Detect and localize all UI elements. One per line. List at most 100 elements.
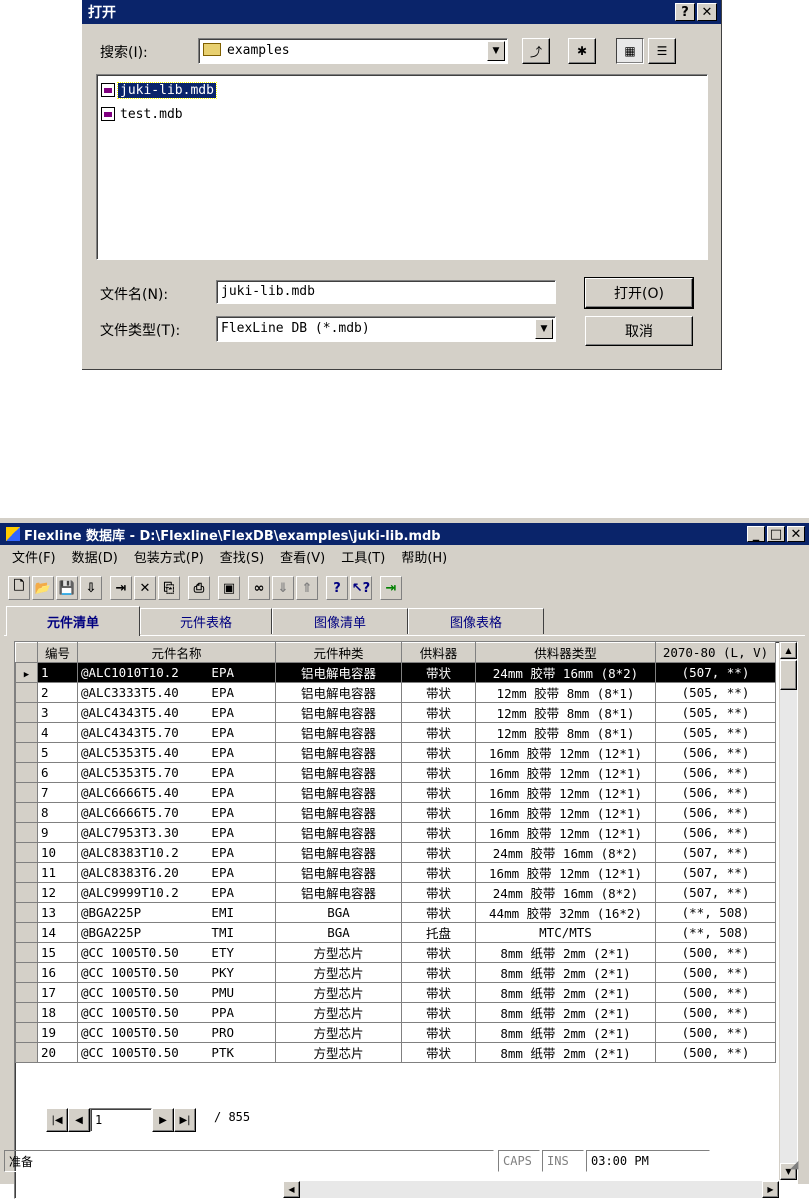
- cell-no[interactable]: 8: [37, 802, 78, 823]
- cell-kind[interactable]: 铝电解电容器: [275, 822, 402, 843]
- cell-machine[interactable]: (**, 508): [655, 902, 776, 923]
- table-row[interactable]: 3 @ALC4343T5.40 EPA 铝电解电容器 带状 12mm 胶带 8mm (8*…: [15, 702, 776, 723]
- find-next-button[interactable]: ⇓: [272, 576, 294, 600]
- table-row[interactable]: 16 @CC 1005T0.50 PKY 方型芯片 带状 8mm 纸带 2mm (2*1)…: [15, 962, 776, 983]
- cell-name[interactable]: @BGA225P TMI: [77, 922, 276, 943]
- folder-dropdown-button[interactable]: ▼: [487, 41, 505, 61]
- cell-feeder-type[interactable]: 16mm 胶带 12mm (12*1): [475, 762, 656, 783]
- cancel-button[interactable]: 取消: [585, 316, 693, 346]
- menu-tools[interactable]: 工具(T): [333, 549, 393, 569]
- row-selector[interactable]: [15, 762, 38, 783]
- row-selector[interactable]: [15, 782, 38, 803]
- cell-machine[interactable]: (507, **): [655, 862, 776, 883]
- cell-kind[interactable]: 铝电解电容器: [275, 662, 402, 683]
- close-button[interactable]: ✕: [697, 3, 717, 21]
- row-selector[interactable]: [15, 962, 38, 983]
- cell-kind[interactable]: 方型芯片: [275, 1002, 402, 1023]
- row-selector[interactable]: [15, 802, 38, 823]
- menu-find[interactable]: 查找(S): [212, 549, 272, 569]
- cell-machine[interactable]: (506, **): [655, 802, 776, 823]
- cell-kind[interactable]: 铝电解电容器: [275, 702, 402, 723]
- cell-name[interactable]: @ALC3333T5.40 EPA: [77, 682, 276, 703]
- save-button[interactable]: 💾: [56, 576, 78, 600]
- cell-machine[interactable]: (500, **): [655, 1022, 776, 1043]
- cell-kind[interactable]: 方型芯片: [275, 982, 402, 1003]
- menu-help[interactable]: 帮助(H): [393, 549, 455, 569]
- cell-no[interactable]: 15: [37, 942, 78, 963]
- last-record-button[interactable]: ▶|: [174, 1108, 196, 1132]
- cell-name[interactable]: @CC 1005T0.50 PRO: [77, 1022, 276, 1043]
- cell-no[interactable]: 18: [37, 1002, 78, 1023]
- cell-machine[interactable]: (505, **): [655, 702, 776, 723]
- cell-no[interactable]: 7: [37, 782, 78, 803]
- table-row[interactable]: ▶ 1 @ALC1010T10.2 EPA 铝电解电容器 带状 24mm 胶带 16mm (…: [15, 662, 776, 683]
- cell-feeder-type[interactable]: 8mm 纸带 2mm (2*1): [475, 1022, 656, 1043]
- cell-kind[interactable]: 铝电解电容器: [275, 802, 402, 823]
- cell-no[interactable]: 10: [37, 842, 78, 863]
- cell-feeder[interactable]: 带状: [401, 722, 476, 743]
- filename-input[interactable]: juki-lib.mdb: [216, 280, 556, 304]
- cell-kind[interactable]: 铝电解电容器: [275, 782, 402, 803]
- cell-name[interactable]: @ALC8383T10.2 EPA: [77, 842, 276, 863]
- help-button[interactable]: ?: [326, 576, 348, 600]
- cell-machine[interactable]: (506, **): [655, 742, 776, 763]
- cell-feeder-type[interactable]: 16mm 胶带 12mm (12*1): [475, 782, 656, 803]
- exit-button[interactable]: ⇥: [380, 576, 402, 600]
- cell-machine[interactable]: (500, **): [655, 962, 776, 983]
- table-row[interactable]: 9 @ALC7953T3.30 EPA 铝电解电容器 带状 16mm 胶带 12mm (1…: [15, 822, 776, 843]
- next-record-button[interactable]: ▶: [152, 1108, 174, 1132]
- list-view-button[interactable]: ▦: [616, 38, 644, 64]
- table-row[interactable]: 8 @ALC6666T5.70 EPA 铝电解电容器 带状 16mm 胶带 12mm (1…: [15, 802, 776, 823]
- menu-data[interactable]: 数据(D): [64, 549, 126, 569]
- find-button[interactable]: ∞: [248, 576, 270, 600]
- cell-kind[interactable]: BGA: [275, 902, 402, 923]
- cell-no[interactable]: 12: [37, 882, 78, 903]
- col-header-kind[interactable]: 元件种类: [275, 642, 402, 663]
- cell-name[interactable]: @ALC1010T10.2 EPA: [77, 662, 276, 683]
- cell-feeder[interactable]: 带状: [401, 762, 476, 783]
- tab-image-list[interactable]: 图像清单: [272, 608, 408, 634]
- cell-machine[interactable]: (507, **): [655, 662, 776, 683]
- minimize-button[interactable]: _: [747, 526, 765, 542]
- cell-machine[interactable]: (505, **): [655, 722, 776, 743]
- cell-no[interactable]: 6: [37, 762, 78, 783]
- edit-record-button[interactable]: ⇥: [110, 576, 132, 600]
- vertical-scrollbar[interactable]: ▲ ▼: [779, 642, 797, 1180]
- cell-no[interactable]: 2: [37, 682, 78, 703]
- help-button[interactable]: ?: [675, 3, 695, 21]
- cell-feeder-type[interactable]: 12mm 胶带 8mm (8*1): [475, 722, 656, 743]
- first-record-button[interactable]: |◀: [46, 1108, 68, 1132]
- cell-feeder[interactable]: 带状: [401, 942, 476, 963]
- cell-feeder-type[interactable]: 16mm 胶带 12mm (12*1): [475, 862, 656, 883]
- app-titlebar[interactable]: Flexline 数据库 - D:\Flexline\FlexDB\exampl…: [0, 523, 809, 545]
- prev-record-button[interactable]: ◀: [68, 1108, 90, 1132]
- cell-feeder-type[interactable]: 24mm 胶带 16mm (8*2): [475, 662, 656, 683]
- component-image-button[interactable]: ▣: [218, 576, 240, 600]
- cell-machine[interactable]: (506, **): [655, 822, 776, 843]
- row-selector[interactable]: [15, 682, 38, 703]
- resize-grip-icon[interactable]: ◢: [790, 1158, 798, 1171]
- filetype-dropdown-button[interactable]: ▼: [535, 319, 553, 339]
- cell-feeder[interactable]: 带状: [401, 982, 476, 1003]
- cell-name[interactable]: @ALC5353T5.70 EPA: [77, 762, 276, 783]
- menu-view[interactable]: 查看(V): [272, 549, 333, 569]
- row-selector[interactable]: [15, 882, 38, 903]
- print-button[interactable]: ⎙: [188, 576, 210, 600]
- table-row[interactable]: 7 @ALC6666T5.40 EPA 铝电解电容器 带状 16mm 胶带 12mm (1…: [15, 782, 776, 803]
- cell-no[interactable]: 13: [37, 902, 78, 923]
- cell-kind[interactable]: 铝电解电容器: [275, 842, 402, 863]
- cell-feeder-type[interactable]: 44mm 胶带 32mm (16*2): [475, 902, 656, 923]
- cell-name[interactable]: @CC 1005T0.50 ETY: [77, 942, 276, 963]
- cell-machine[interactable]: (**, 508): [655, 922, 776, 943]
- cell-feeder-type[interactable]: 12mm 胶带 8mm (8*1): [475, 702, 656, 723]
- col-header-name[interactable]: 元件名称: [77, 642, 276, 663]
- record-number-input[interactable]: 1: [90, 1108, 152, 1132]
- cell-machine[interactable]: (505, **): [655, 682, 776, 703]
- cell-name[interactable]: @ALC9999T10.2 EPA: [77, 882, 276, 903]
- cell-machine[interactable]: (500, **): [655, 982, 776, 1003]
- cell-machine[interactable]: (506, **): [655, 782, 776, 803]
- menu-file[interactable]: 文件(F): [4, 549, 64, 569]
- cell-name[interactable]: @CC 1005T0.50 PMU: [77, 982, 276, 1003]
- table-row[interactable]: 6 @ALC5353T5.70 EPA 铝电解电容器 带状 16mm 胶带 12mm (1…: [15, 762, 776, 783]
- cell-no[interactable]: 16: [37, 962, 78, 983]
